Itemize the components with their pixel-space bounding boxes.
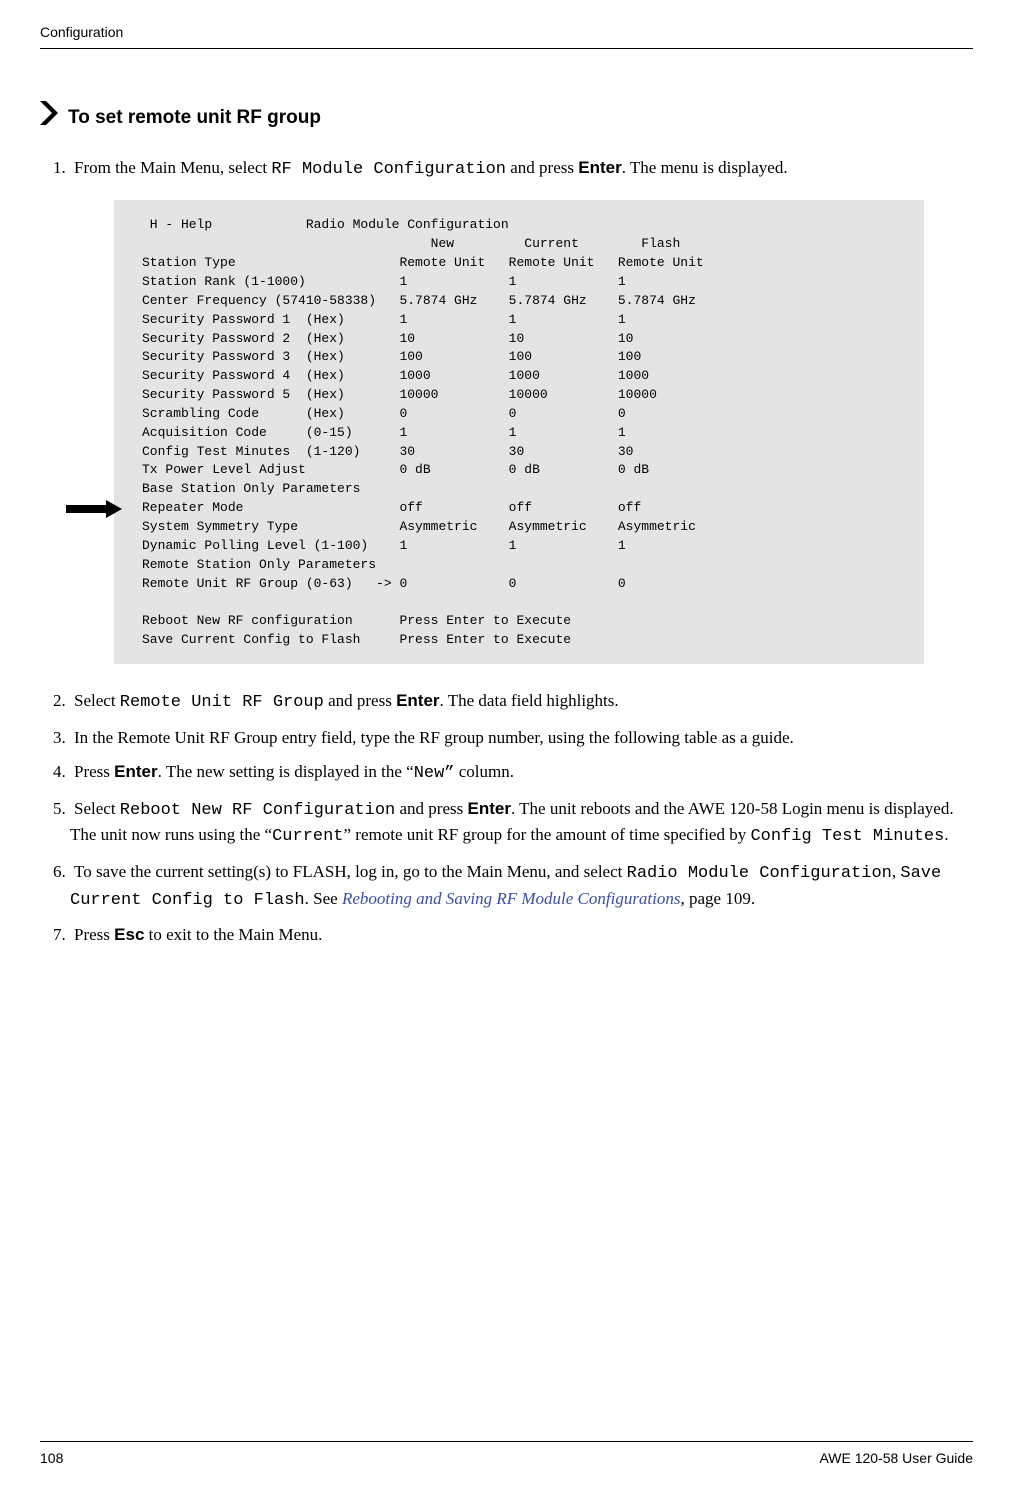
terminal-block: H - Help Radio Module Configuration New … <box>114 200 924 663</box>
text: In the Remote Unit RF Group entry field,… <box>70 728 794 747</box>
text: . <box>944 825 948 844</box>
terminal-output: H - Help Radio Module Configuration New … <box>114 200 924 663</box>
code: RF Module Configuration <box>271 160 506 179</box>
step-list: From the Main Menu, select RF Module Con… <box>40 156 973 948</box>
callout-arrow-icon <box>66 500 122 518</box>
step-3: In the Remote Unit RF Group entry field,… <box>70 726 973 751</box>
code: Config Test Minutes <box>750 827 944 846</box>
section-bullet-icon <box>40 101 58 134</box>
text: , page 109. <box>681 889 756 908</box>
text: and press <box>324 691 396 710</box>
page-number: 108 <box>40 1448 63 1468</box>
text: To save the current setting(s) to FLASH,… <box>74 862 627 881</box>
text: From the Main Menu, select <box>74 158 271 177</box>
step-7: Press Esc to exit to the Main Menu. <box>70 923 973 948</box>
code: Reboot New RF Configuration <box>120 801 395 820</box>
code: Radio Module Configuration <box>627 864 892 883</box>
text: . See <box>305 889 342 908</box>
step-4: Press Enter. The new setting is displaye… <box>70 760 973 787</box>
section-title: To set remote unit RF group <box>68 104 321 132</box>
step-6: To save the current setting(s) to FLASH,… <box>70 860 973 913</box>
text: Press <box>74 925 114 944</box>
key-token: Enter <box>396 691 439 710</box>
xref-link[interactable]: Rebooting and Saving RF Module Configura… <box>342 889 681 908</box>
key-token: Esc <box>114 925 144 944</box>
step-2: Select Remote Unit RF Group and press En… <box>70 689 973 716</box>
text: to exit to the Main Menu. <box>144 925 322 944</box>
running-header: Configuration <box>40 0 973 49</box>
text: ” remote unit RF group for the amount of… <box>344 825 751 844</box>
code: Current <box>272 827 343 846</box>
step-1: From the Main Menu, select RF Module Con… <box>70 156 973 664</box>
text: and press <box>395 799 467 818</box>
text: . The menu is displayed. <box>622 158 788 177</box>
code: Remote Unit RF Group <box>120 693 324 712</box>
step-5: Select Reboot New RF Configuration and p… <box>70 797 973 850</box>
section-heading: To set remote unit RF group <box>40 101 973 134</box>
text: column. <box>455 762 515 781</box>
text: Press <box>74 762 114 781</box>
text: and press <box>506 158 578 177</box>
key-token: Enter <box>114 762 157 781</box>
text: Select <box>74 799 120 818</box>
page-footer: 108 AWE 120-58 User Guide <box>40 1441 973 1468</box>
key-token: Enter <box>467 799 510 818</box>
code: New” <box>414 764 455 783</box>
key-token: Enter <box>578 158 621 177</box>
text: Select <box>74 691 120 710</box>
text: . The data field highlights. <box>440 691 619 710</box>
guide-title: AWE 120-58 User Guide <box>819 1448 973 1468</box>
text: . The new setting is displayed in the “ <box>158 762 414 781</box>
